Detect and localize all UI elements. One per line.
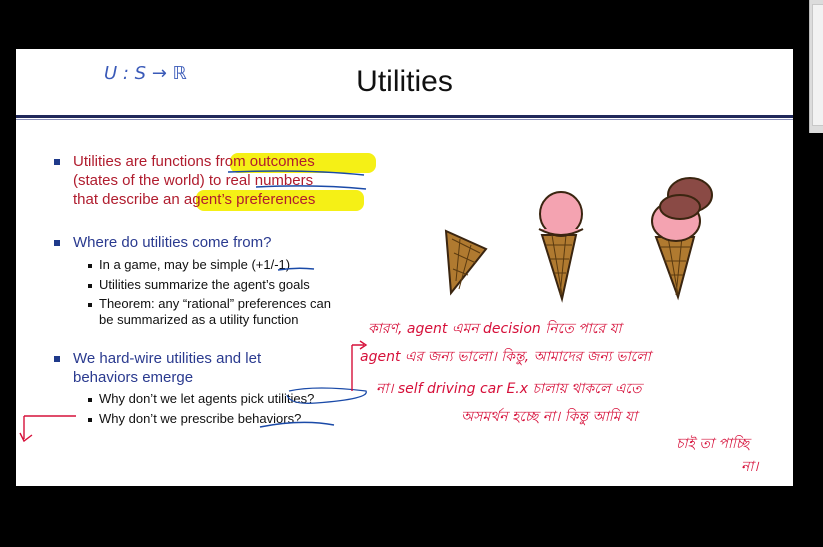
cone-two-scoops bbox=[651, 177, 713, 301]
window-scrollbar[interactable] bbox=[809, 0, 823, 133]
handwriting-line-3: না। self driving car E.x চালায় থাকলে এত… bbox=[376, 381, 642, 397]
slide: U : S → ℝ Utilities Utilities are functi… bbox=[16, 49, 793, 486]
handwriting-line-5: চাই তা পাচ্ছি bbox=[676, 436, 750, 452]
handwriting-line-2: agent এর জন্য ভালো। কিন্তু, আমাদের জন্য … bbox=[360, 349, 651, 365]
cone-plain bbox=[444, 229, 488, 296]
pen-annotations bbox=[19, 170, 713, 443]
handwriting-line-1: কারণ, agent এমন decision নিতে পারে যা bbox=[368, 321, 622, 337]
handwriting-line-4: অসমর্থন হচ্ছে না। কিন্তু আমি যা bbox=[461, 409, 638, 425]
cone-one-scoop bbox=[538, 191, 584, 303]
scrollbar-thumb[interactable] bbox=[812, 4, 823, 126]
handwriting-line-6: না। bbox=[741, 459, 759, 475]
